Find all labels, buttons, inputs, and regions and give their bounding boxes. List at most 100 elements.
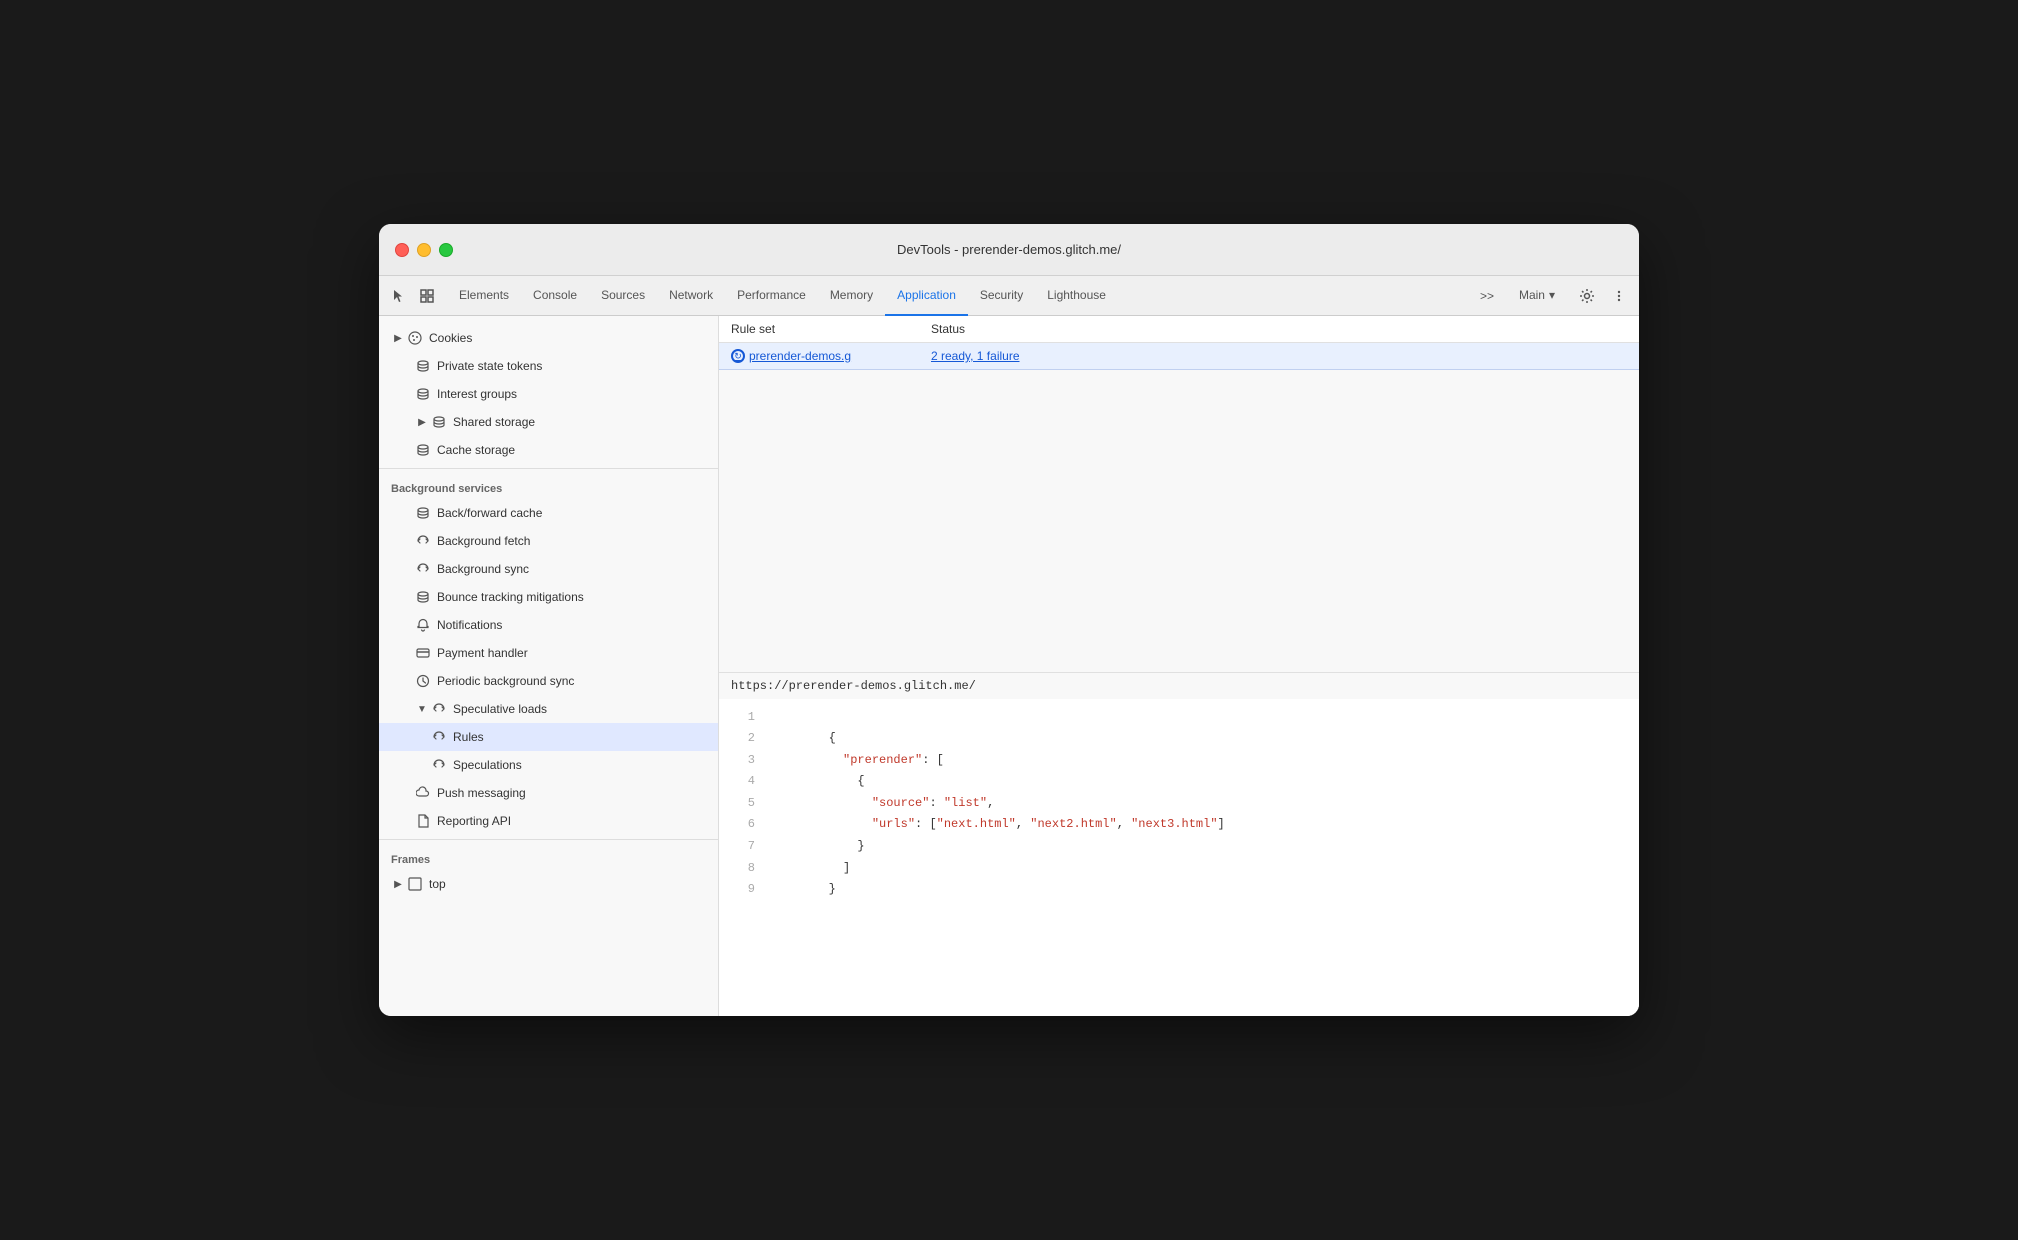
- sidebar-item-label: Cache storage: [437, 443, 515, 457]
- title-bar: DevTools - prerender-demos.glitch.me/: [379, 224, 1639, 276]
- expand-icon: ▶: [391, 877, 405, 891]
- file-icon: [415, 813, 431, 829]
- sidebar-item-label: Rules: [453, 730, 484, 744]
- window-title: DevTools - prerender-demos.glitch.me/: [897, 242, 1121, 257]
- sidebar-item-label: Background fetch: [437, 534, 530, 548]
- tab-lighthouse[interactable]: Lighthouse: [1035, 276, 1118, 316]
- sidebar-item-rules[interactable]: Rules: [379, 723, 718, 751]
- cookie-icon: [407, 330, 423, 346]
- dropdown-arrow-icon: ▾: [1549, 288, 1555, 302]
- sidebar-item-shared-storage[interactable]: ▶ Shared storage: [379, 408, 718, 436]
- sync-icon: [431, 757, 447, 773]
- db-icon: [415, 589, 431, 605]
- expand-icon: ▶: [415, 415, 429, 429]
- sidebar-item-label: Periodic background sync: [437, 674, 574, 688]
- settings-icon[interactable]: [1575, 284, 1599, 308]
- expand-icon: ▼: [415, 702, 429, 716]
- sidebar-item-backforward-cache[interactable]: Back/forward cache: [379, 499, 718, 527]
- code-line-9: 9 }: [731, 879, 1627, 901]
- sidebar-item-label: Background sync: [437, 562, 529, 576]
- divider: [379, 839, 718, 840]
- sidebar-item-label: Speculations: [453, 758, 522, 772]
- line-number: 3: [731, 750, 755, 772]
- status-cell[interactable]: 2 ready, 1 failure: [931, 349, 1627, 363]
- sidebar-item-payment-handler[interactable]: Payment handler: [379, 639, 718, 667]
- sidebar-item-label: Interest groups: [437, 387, 517, 401]
- db-icon: [415, 442, 431, 458]
- col-rule-set: Rule set: [731, 322, 931, 336]
- sidebar-item-speculative-loads[interactable]: ▼ Speculative loads: [379, 695, 718, 723]
- tab-performance[interactable]: Performance: [725, 276, 818, 316]
- line-number: 5: [731, 793, 755, 815]
- bell-icon: [415, 617, 431, 633]
- sidebar-item-label: Push messaging: [437, 786, 526, 800]
- code-line-7: 7 }: [731, 836, 1627, 858]
- devtools-window: DevTools - prerender-demos.glitch.me/ El…: [379, 224, 1639, 1016]
- card-icon: [415, 645, 431, 661]
- inspect-icon[interactable]: [415, 284, 439, 308]
- rule-set-value: prerender-demos.g: [749, 349, 851, 363]
- tab-memory[interactable]: Memory: [818, 276, 885, 316]
- col-status: Status: [931, 322, 1627, 336]
- sidebar-item-push-messaging[interactable]: Push messaging: [379, 779, 718, 807]
- table-row[interactable]: ↻ prerender-demos.g 2 ready, 1 failure: [719, 343, 1639, 370]
- sidebar-item-cookies[interactable]: ▶ Cookies: [379, 324, 718, 352]
- tab-sources[interactable]: Sources: [589, 276, 657, 316]
- clock-icon: [415, 673, 431, 689]
- sidebar-item-label: Speculative loads: [453, 702, 547, 716]
- cursor-icon[interactable]: [387, 284, 411, 308]
- table-header: Rule set Status: [719, 316, 1639, 343]
- minimize-button[interactable]: [417, 243, 431, 257]
- code-line-5: 5 "source": "list",: [731, 793, 1627, 815]
- maximize-button[interactable]: [439, 243, 453, 257]
- sidebar-item-background-fetch[interactable]: Background fetch: [379, 527, 718, 555]
- sync-icon: [415, 561, 431, 577]
- sidebar-item-label: Notifications: [437, 618, 502, 632]
- main-dropdown[interactable]: Main ▾: [1507, 276, 1567, 316]
- content-empty-space: [719, 370, 1639, 672]
- tab-console[interactable]: Console: [521, 276, 589, 316]
- content-area: Rule set Status ↻ prerender-demos.g 2 re…: [719, 316, 1639, 1016]
- line-number: 9: [731, 879, 755, 901]
- tab-network[interactable]: Network: [657, 276, 725, 316]
- code-line-4: 4 {: [731, 771, 1627, 793]
- sidebar-item-label: Private state tokens: [437, 359, 542, 373]
- frames-header: Frames: [379, 844, 718, 870]
- divider: [379, 468, 718, 469]
- line-number: 7: [731, 836, 755, 858]
- cloud-icon: [415, 785, 431, 801]
- line-number: 4: [731, 771, 755, 793]
- sidebar-item-label: top: [429, 877, 446, 891]
- sidebar-item-background-sync[interactable]: Background sync: [379, 555, 718, 583]
- more-tabs-icon[interactable]: >>: [1475, 284, 1499, 308]
- db-icon: [415, 505, 431, 521]
- sidebar-item-label: Payment handler: [437, 646, 528, 660]
- sidebar-item-private-state-tokens[interactable]: Private state tokens: [379, 352, 718, 380]
- main-area: ▶ Cookies Private state tokens Interest …: [379, 316, 1639, 1016]
- sidebar-item-periodic-bg-sync[interactable]: Periodic background sync: [379, 667, 718, 695]
- frame-icon: [407, 876, 423, 892]
- tab-elements[interactable]: Elements: [447, 276, 521, 316]
- close-button[interactable]: [395, 243, 409, 257]
- sidebar-item-top-frame[interactable]: ▶ top: [379, 870, 718, 898]
- sidebar-item-cache-storage[interactable]: Cache storage: [379, 436, 718, 464]
- expand-icon: ▶: [391, 331, 405, 345]
- rule-set-cell[interactable]: ↻ prerender-demos.g: [731, 349, 931, 363]
- sync-icon: [431, 729, 447, 745]
- tab-security[interactable]: Security: [968, 276, 1035, 316]
- bg-services-header: Background services: [379, 473, 718, 499]
- url-bar: https://prerender-demos.glitch.me/: [719, 672, 1639, 699]
- tab-application[interactable]: Application: [885, 276, 968, 316]
- traffic-lights: [395, 243, 453, 257]
- more-options-icon[interactable]: [1607, 284, 1631, 308]
- sidebar-item-notifications[interactable]: Notifications: [379, 611, 718, 639]
- sync-icon: [431, 701, 447, 717]
- sidebar-item-interest-groups[interactable]: Interest groups: [379, 380, 718, 408]
- sidebar-item-label: Shared storage: [453, 415, 535, 429]
- sidebar-item-reporting-api[interactable]: Reporting API: [379, 807, 718, 835]
- code-line-1: 1: [731, 707, 1627, 729]
- sidebar-item-speculations[interactable]: Speculations: [379, 751, 718, 779]
- sidebar-item-bounce-tracking[interactable]: Bounce tracking mitigations: [379, 583, 718, 611]
- code-line-8: 8 ]: [731, 858, 1627, 880]
- info-circle-icon: ↻: [731, 349, 745, 363]
